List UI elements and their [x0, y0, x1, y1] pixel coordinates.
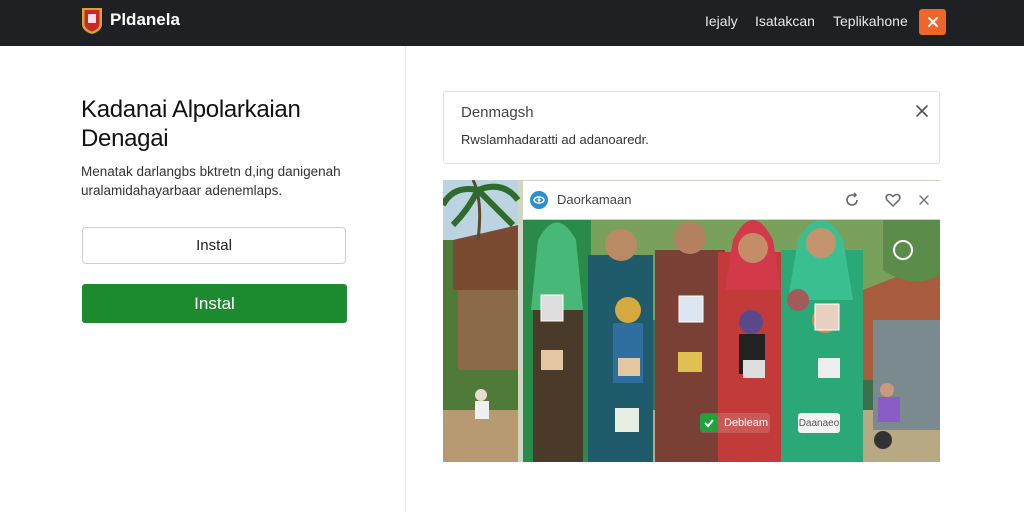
- notice-body: Rwslamhadaratti ad adanoaredr.: [461, 132, 649, 147]
- hero-description: Menatak darlangbs bktretn d,ing danigena…: [81, 164, 341, 198]
- media-badge-secondary[interactable]: Daanaeo: [798, 413, 840, 433]
- close-icon[interactable]: [915, 191, 933, 209]
- refresh-icon[interactable]: [843, 191, 861, 209]
- panel-divider: [405, 46, 406, 512]
- media-badge-label: Debleam: [724, 417, 769, 429]
- top-navigation-bar: Pldanela Iejaly Isatakcan Teplikahone: [0, 0, 1024, 46]
- check-icon: [700, 414, 718, 432]
- header-close-button[interactable]: [919, 9, 946, 35]
- brand-name[interactable]: Pldanela: [110, 10, 180, 30]
- heart-icon[interactable]: [884, 191, 902, 209]
- install-primary-button[interactable]: Instal: [82, 284, 347, 323]
- nav-link-2[interactable]: Isatakcan: [755, 13, 815, 29]
- village-family-photo: [443, 180, 940, 462]
- media-badge-green[interactable]: Debleam: [700, 413, 770, 433]
- notice-close-button[interactable]: [914, 103, 930, 119]
- media-card-header: Daorkamaan: [523, 181, 940, 219]
- media-card-title: Daorkamaan: [557, 192, 632, 207]
- close-icon: [916, 105, 928, 117]
- notice-panel: Denmagsh Rwslamhadaratti ad adanoaredr.: [443, 91, 940, 164]
- hero-title: Kadanai Alpolarkaian Denagai: [81, 96, 301, 152]
- install-secondary-button[interactable]: Instal: [82, 227, 346, 264]
- media-photo[interactable]: [443, 180, 940, 462]
- brand-logo-icon[interactable]: [80, 6, 104, 35]
- notice-title: Denmagsh: [461, 104, 534, 121]
- eye-icon[interactable]: [529, 190, 549, 210]
- close-icon: [927, 17, 938, 27]
- nav-link-3[interactable]: Teplikahone: [833, 13, 908, 29]
- nav-link-1[interactable]: Iejaly: [705, 13, 738, 29]
